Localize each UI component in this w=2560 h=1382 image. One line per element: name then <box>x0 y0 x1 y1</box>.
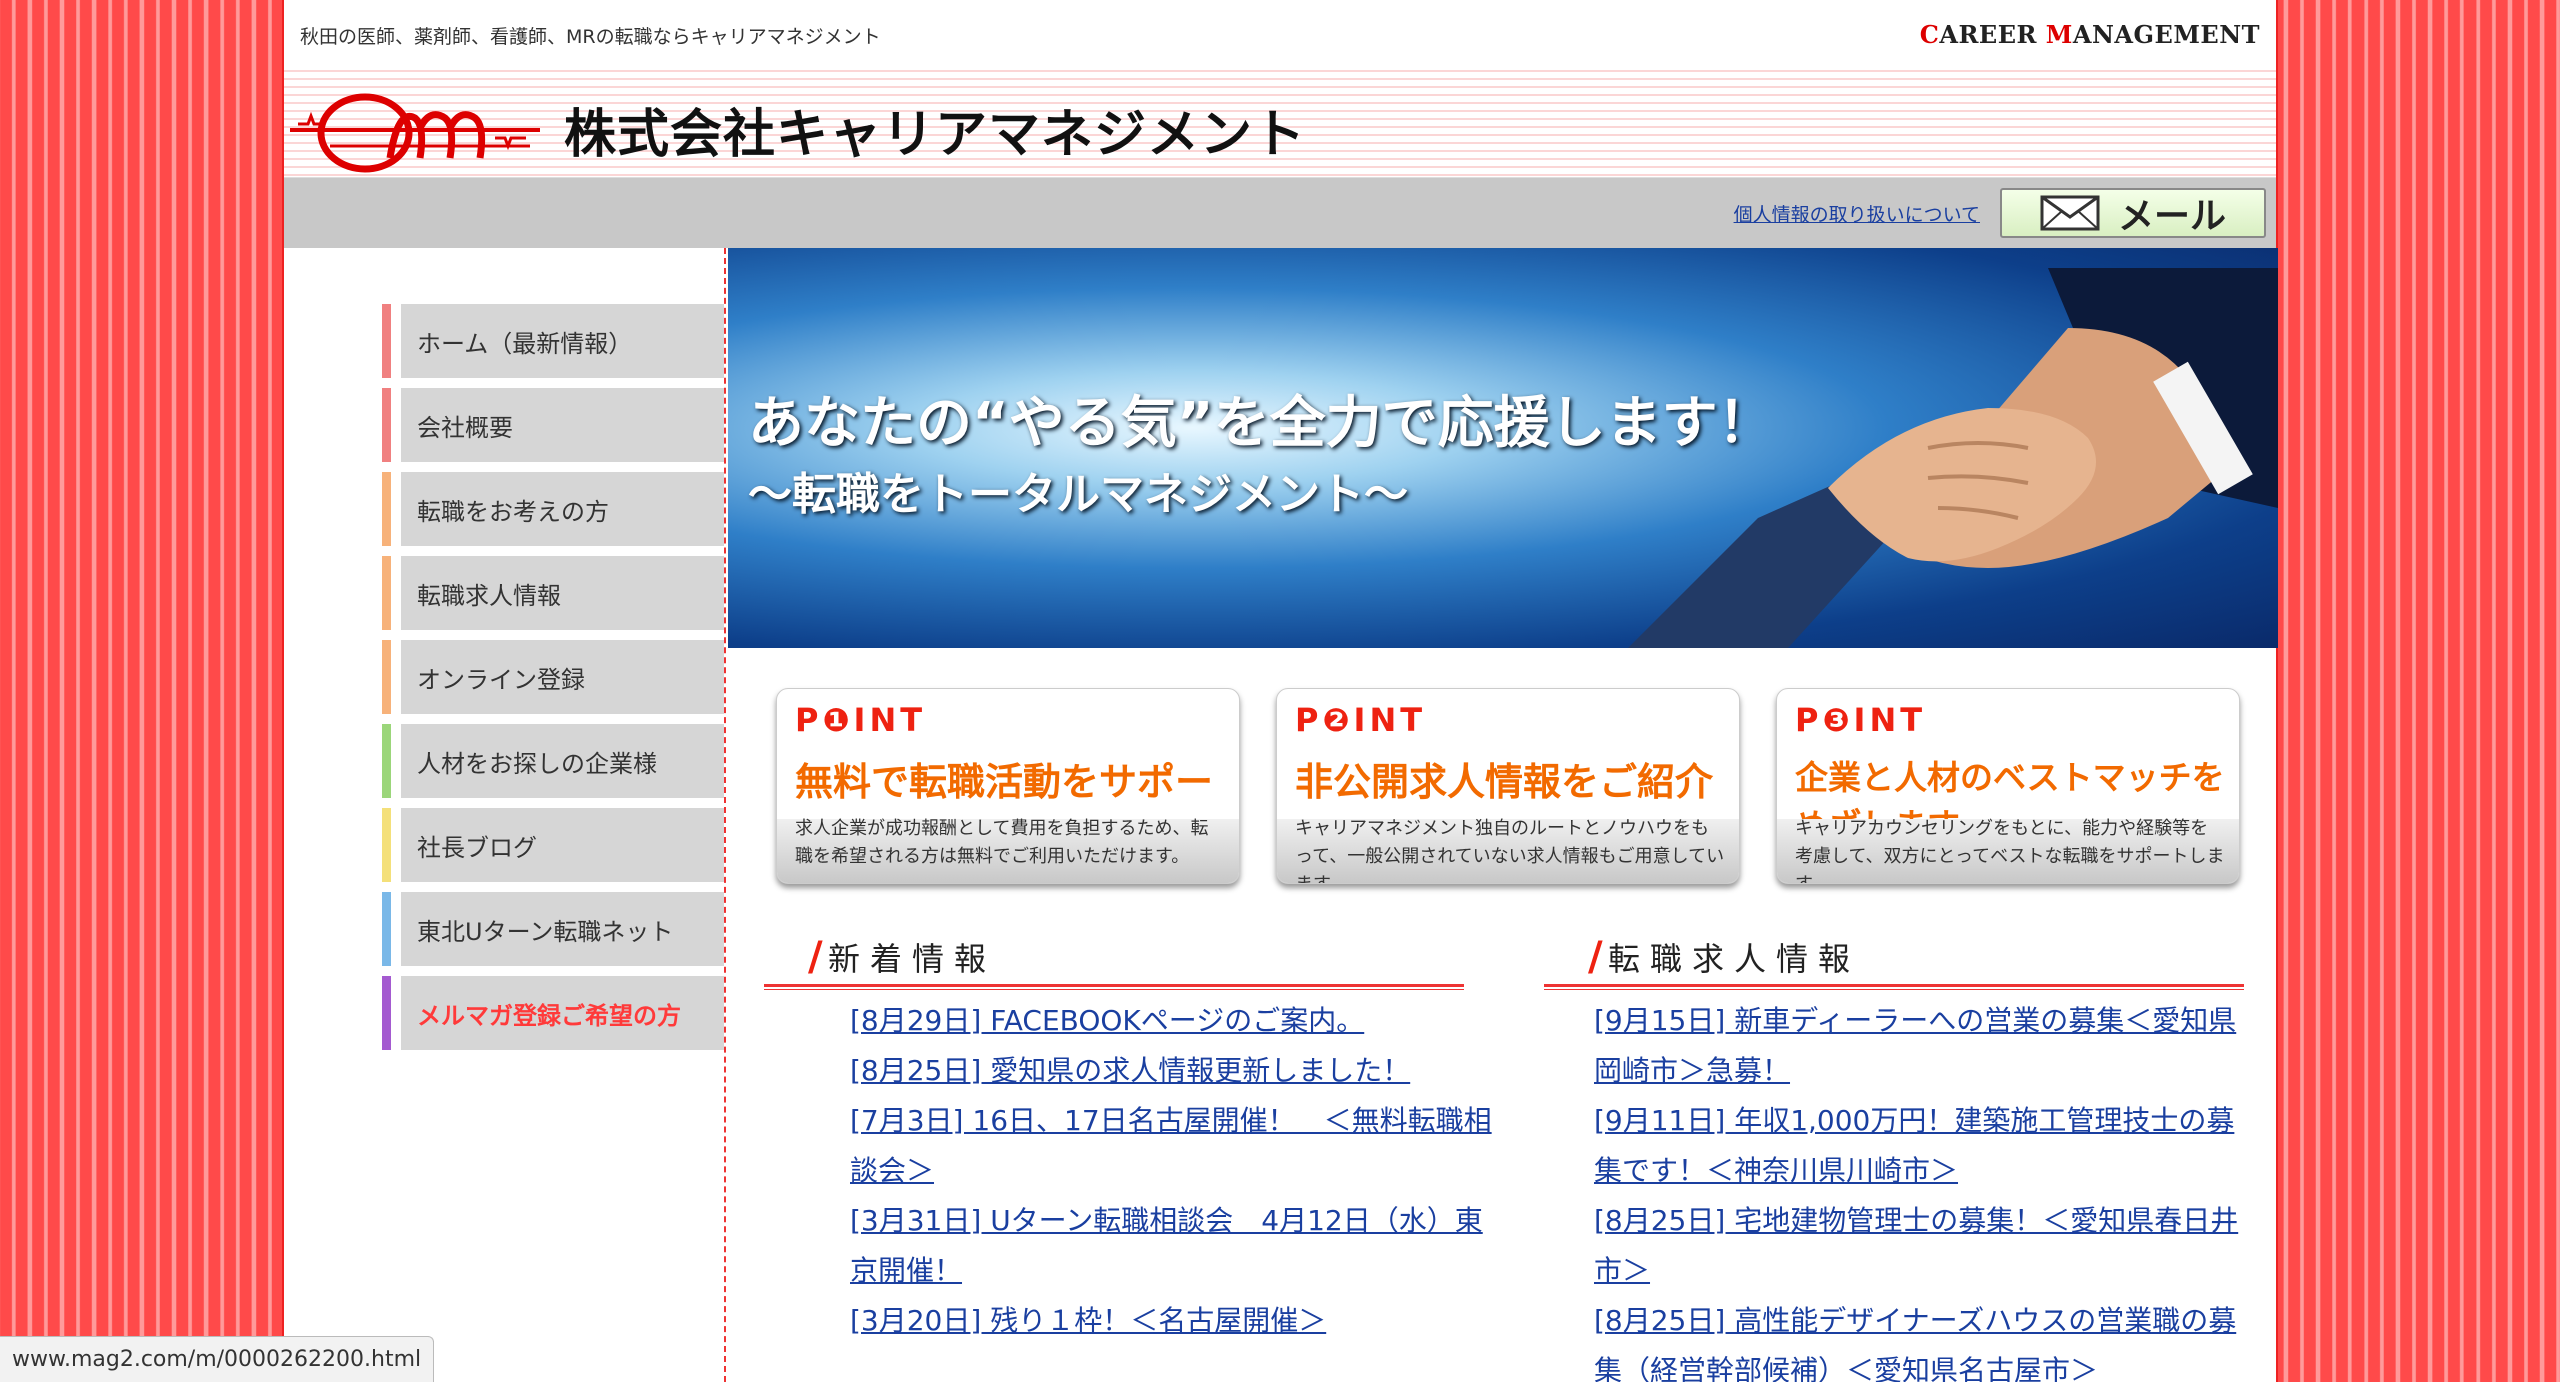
news-list: [8月29日] FACEBOOKページのご案内。 [8月25日] 愛知県の求人情… <box>850 996 1510 1346</box>
news-item[interactable]: [8月29日] FACEBOOKページのご案内。 <box>850 996 1510 1046</box>
jobs-heading-title: 転職求人情報 <box>1608 940 1861 978</box>
job-item[interactable]: [8月25日] 高性能デザイナーズハウスの営業職の募集（経営幹部候補）＜愛知県名… <box>1594 1296 2254 1382</box>
nav-item-label: 会社概要 <box>417 413 513 442</box>
browser-status-bar: www.mag2.com/m/0000262200.html <box>0 1336 435 1382</box>
nav-item-label: メルマガ登録ご希望の方 <box>417 1001 681 1030</box>
point-badge: P❶INT <box>795 701 927 739</box>
nav-item-label: ホーム（最新情報） <box>417 329 633 358</box>
nav-item-president-blog[interactable]: 社長ブログ <box>382 808 724 882</box>
privacy-policy-link[interactable]: 個人情報の取り扱いについて <box>1734 200 1980 227</box>
nav-item-label: オンライン登録 <box>417 665 585 694</box>
hero-subtitle: ～転職をトータルマネジメント～ <box>748 469 1408 520</box>
point-badge: P❸INT <box>1795 701 1927 739</box>
news-item[interactable]: [3月31日] Uターン転職相談会 4月12日（水）東京開催！ <box>850 1196 1510 1296</box>
nav-item-label: 転職求人情報 <box>417 581 561 610</box>
brand-english: CAREER MANAGEMENT <box>1919 20 2260 49</box>
point-card: P❶INT 無料で転職活動をサポート 求人企業が成功報酬として費用を負担するため… <box>776 688 1240 884</box>
job-item[interactable]: [9月15日] 新車ディーラーへの営業の募集＜愛知県岡崎市＞急募！ <box>1594 996 2254 1096</box>
point-heading: 非公開求人情報をご紹介 <box>1295 760 1714 804</box>
page: 秋田の医師、薬剤師、看護師、MRの転職ならキャリアマネジメント CAREER M… <box>282 0 2278 1382</box>
site-header: 秋田の医師、薬剤師、看護師、MRの転職ならキャリアマネジメント CAREER M… <box>284 0 2276 178</box>
nav-item-label: 転職をお考えの方 <box>417 497 609 526</box>
mail-button-label: メール <box>2117 196 2226 237</box>
nav-item-tohoku-uturn[interactable]: 東北Uターン転職ネット <box>382 892 724 966</box>
sidebar: ホーム（最新情報） 会社概要 転職をお考えの方 転職求人情報 オンライン登録 人… <box>284 248 726 1382</box>
nav-item-online-registration[interactable]: オンライン登録 <box>382 640 724 714</box>
utility-bar: 個人情報の取り扱いについて メール <box>284 178 2276 248</box>
news-heading: / 新着情報 <box>764 934 1464 990</box>
main-content: あなたの“やる気”を全力で応援します！ ～転職をトータルマネジメント～ P❶IN… <box>728 248 2278 1382</box>
heading-rule <box>764 984 1464 990</box>
nav-item-employers[interactable]: 人材をお探しの企業様 <box>382 724 724 798</box>
point-card: P❸INT 企業と人材のベストマッチをめざします キャリアカウンセリングをもとに… <box>1776 688 2240 884</box>
job-item[interactable]: [9月11日] 年収1,000万円！建築施工管理技士の募集です！＜神奈川県川崎市… <box>1594 1096 2254 1196</box>
nav-item-label: 社長ブログ <box>417 833 537 862</box>
hero-banner: あなたの“やる気”を全力で応援します！ ～転職をトータルマネジメント～ <box>728 248 2278 648</box>
news-item[interactable]: [7月3日] 16日、17日名古屋開催！ ＜無料転職相談会＞ <box>850 1096 1510 1196</box>
nav-item-job-listings[interactable]: 転職求人情報 <box>382 556 724 630</box>
point-body: キャリアマネジメント独自のルートとノウハウをもって、一般公開されていない求人情報… <box>1295 818 1725 883</box>
sidebar-nav: ホーム（最新情報） 会社概要 転職をお考えの方 転職求人情報 オンライン登録 人… <box>382 304 724 1060</box>
nav-item-job-seekers[interactable]: 転職をお考えの方 <box>382 472 724 546</box>
nav-item-label: 東北Uターン転職ネット <box>417 917 674 946</box>
point-body: キャリアカウンセリングをもとに、能力や経験等を考慮して、双方にとってベストな転職… <box>1795 818 2225 883</box>
company-name: 株式会社キャリアマネジメント <box>564 105 1307 165</box>
nav-item-home[interactable]: ホーム（最新情報） <box>382 304 724 378</box>
heading-slash-icon: / <box>1588 934 1603 980</box>
jobs-list: [9月15日] 新車ディーラーへの営業の募集＜愛知県岡崎市＞急募！ [9月11日… <box>1594 996 2254 1382</box>
job-item[interactable]: [8月25日] 宅地建物管理士の募集！＜愛知県春日井市＞ <box>1594 1196 2254 1296</box>
nav-item-label: 人材をお探しの企業様 <box>417 749 657 778</box>
header-tagline: 秋田の医師、薬剤師、看護師、MRの転職ならキャリアマネジメント <box>300 22 887 49</box>
nav-item-newsletter[interactable]: メルマガ登録ご希望の方 <box>382 976 724 1050</box>
company-logo[interactable] <box>290 88 540 178</box>
point-badge: P❷INT <box>1295 701 1427 739</box>
jobs-heading: / 転職求人情報 <box>1544 934 2244 990</box>
hero-title: あなたの“やる気”を全力で応援します！ <box>748 391 1774 456</box>
news-item[interactable]: [8月25日] 愛知県の求人情報更新しました！ <box>850 1046 1510 1096</box>
nav-item-company[interactable]: 会社概要 <box>382 388 724 462</box>
heading-slash-icon: / <box>808 934 823 980</box>
heading-rule <box>1544 984 2244 990</box>
mail-button[interactable]: メール <box>2000 188 2266 238</box>
point-body: 求人企業が成功報酬として費用を負担するため、転職を希望される方は無料でご利用いた… <box>795 818 1209 867</box>
envelope-icon <box>2040 195 2100 231</box>
news-heading-title: 新着情報 <box>828 940 997 978</box>
news-item[interactable]: [3月20日] 残り１枠！＜名古屋開催＞ <box>850 1296 1510 1346</box>
point-card: P❷INT 非公開求人情報をご紹介 キャリアマネジメント独自のルートとノウハウを… <box>1276 688 1740 884</box>
